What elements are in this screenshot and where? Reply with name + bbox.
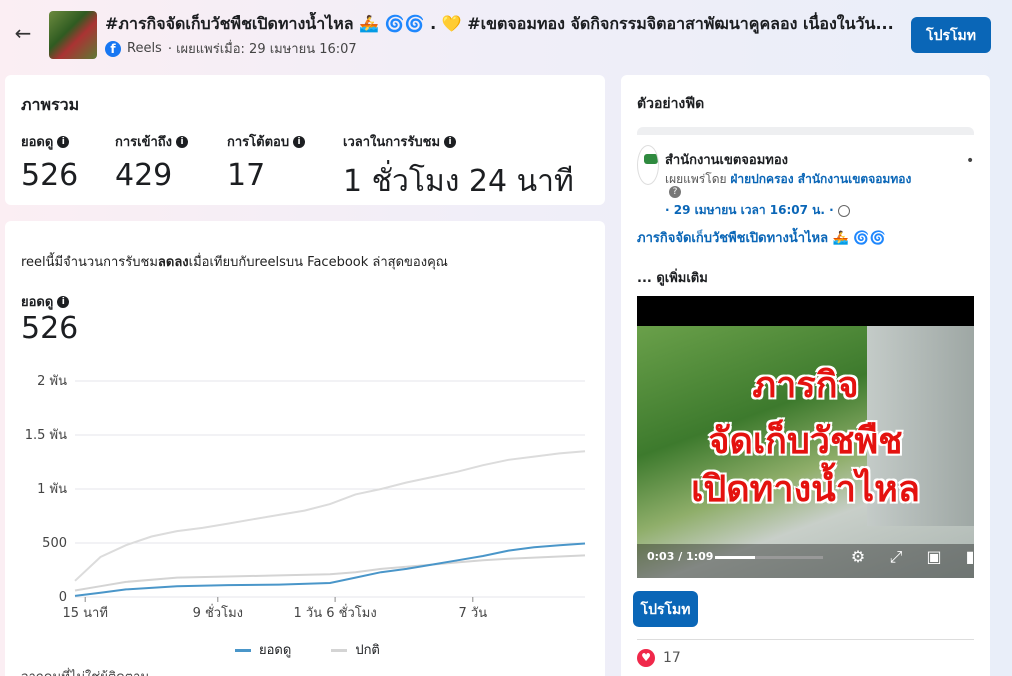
post-date: · 29 เมษายน เวลา 16:07 น. · (665, 201, 850, 220)
video-overlay-text: เปิดทางน้ำไหล (691, 469, 920, 510)
more-options-icon[interactable]: • (966, 153, 974, 169)
post-thumbnail (49, 11, 97, 59)
x-tick-label: 9 ชั่วโมง (193, 604, 243, 621)
promote-button[interactable]: โปรโมท (911, 17, 991, 53)
y-tick-label: 1.5 พัน (25, 428, 67, 443)
post-date-text[interactable]: · 29 เมษายน เวลา 16:07 น. · (665, 201, 834, 220)
gear-icon[interactable]: ⚙ (849, 548, 867, 566)
chart-legend: ยอดดู ปกติ (235, 639, 380, 660)
metric-label: ยอดดู (21, 135, 54, 150)
heart-icon: ♥ (637, 649, 655, 667)
x-tick-label: 1 วัน 6 ชั่วโมง (294, 604, 377, 621)
note-prefix: reelนี้มีจำนวนการรับชม (21, 255, 158, 270)
info-icon[interactable]: i (293, 135, 306, 148)
legend-label: ยอดดู (259, 643, 292, 658)
y-tick-label: 2 พัน (37, 374, 67, 389)
feed-preview-title: ตัวอย่างฟีด (637, 96, 705, 112)
metric-watch-time: เวลาในการรับชม i 1 ชั่วโมง 24 นาที (343, 131, 574, 205)
publisher-link[interactable]: ฝ่ายปกครอง สำนักงานเขตจอมทอง (730, 172, 911, 186)
globe-icon (837, 204, 850, 217)
y-tick-label: 500 (42, 536, 67, 551)
metric-label: การเข้าถึง (115, 135, 173, 150)
metric-value: 1 ชั่วโมง 24 นาที (343, 164, 574, 199)
x-tick-label: 7 วัน (459, 606, 488, 621)
legend-swatch (235, 649, 251, 652)
metric-engagement: การโต้ตอบ i 17 (227, 131, 306, 193)
help-icon[interactable]: ? (669, 186, 681, 198)
page-name[interactable]: สำนักงานเขตจอมทอง (665, 149, 788, 170)
overview-title: ภาพรวม (21, 95, 80, 114)
y-tick-label: 0 (59, 590, 67, 605)
info-icon[interactable]: i (57, 135, 70, 148)
metric-value: 526 (21, 158, 79, 193)
video-player[interactable]: ภารกิจ จัดเก็บวัชพืช เปิดทางน้ำไหล 0:03 … (637, 296, 974, 578)
volume-icon[interactable]: ▮ (961, 548, 974, 566)
page-avatar[interactable] (637, 145, 659, 185)
series-line-2 (74, 450, 586, 582)
divider (637, 639, 974, 640)
performance-note: reelนี้มีจำนวนการรับชมลดลงเมื่อเทียบกับr… (21, 251, 448, 272)
reactions[interactable]: ♥ 17 (637, 649, 681, 667)
series-line-1 (74, 554, 586, 592)
note-emphasis: ลดลง (157, 255, 189, 270)
legend-label: ปกติ (355, 643, 380, 658)
series-line-0 (74, 542, 586, 597)
views-label-text: ยอดดู (21, 295, 54, 310)
legend-item-typical[interactable]: ปกติ (331, 639, 380, 660)
note-suffix: เมื่อเทียบกับreelsบน Facebook ล่าสุดของค… (188, 255, 448, 270)
views-chart[interactable]: 0 500 1 พัน 1.5 พัน 2 พัน 15 นาที 9 ชั่วโมง 1 ว… (5, 361, 605, 631)
post-header: ← #ภารกิจจัดเก็บวัชพืชเปิดทางน้ำไหล 🚣 🌀🌀… (0, 0, 1012, 70)
metric-label: การโต้ตอบ (227, 135, 290, 150)
views-value: 526 (21, 311, 79, 346)
footnote: จากคนที่ไม่ใช่ผู้ติดตาม (21, 666, 149, 676)
facebook-icon: f (105, 40, 121, 57)
info-icon[interactable]: i (444, 135, 457, 148)
overview-card: ภาพรวม ยอดดู i 526 การเข้าถึง i 429 การโต้… (5, 75, 605, 205)
metric-value: 429 (115, 158, 173, 193)
post-type: Reels (127, 41, 162, 56)
video-overlay-text: ภารกิจ (752, 365, 859, 406)
metric-views: ยอดดู i 526 (21, 131, 78, 193)
y-tick-label: 1 พัน (37, 482, 67, 497)
info-icon[interactable]: i (176, 135, 189, 148)
legend-swatch (331, 649, 348, 652)
feed-preview-card: ตัวอย่างฟีด สำนักงานเขตจอมทอง • เผยแพร่โ… (621, 75, 990, 676)
video-progress-bar[interactable] (715, 556, 823, 559)
views-label: ยอดดู i (21, 291, 70, 312)
picture-in-picture-icon[interactable]: ▣ (925, 548, 943, 566)
feed-frame (637, 127, 974, 135)
metric-reach: การเข้าถึง i 429 (115, 131, 189, 193)
metric-label: เวลาในการรับชม (343, 135, 441, 150)
post-meta: f Reels · เผยแพร่เมื่อ: 29 เมษายน 16:07 (105, 38, 357, 59)
back-button[interactable]: ← (12, 22, 34, 44)
info-icon[interactable]: i (57, 295, 70, 308)
fullscreen-icon[interactable]: ⤢ (887, 548, 905, 566)
post-title: #ภารกิจจัดเก็บวัชพืชเปิดทางน้ำไหล 🚣 🌀🌀 .… (105, 14, 894, 33)
metric-value: 17 (227, 158, 266, 193)
video-time: 0:03 / 1:09 (647, 550, 714, 563)
promote-button-secondary[interactable]: โปรโมท (633, 591, 698, 627)
x-tick-label: 15 นาที (62, 605, 107, 621)
published-date: · เผยแพร่เมื่อ: 29 เมษายน 16:07 (167, 42, 357, 57)
see-more-link[interactable]: ... ดูเพิ่มเติม (637, 267, 708, 288)
publisher-line: เผยแพร่โดย ฝ่ายปกครอง สำนักงานเขตจอมทอง (665, 170, 911, 189)
legend-item-views[interactable]: ยอดดู (235, 639, 291, 660)
post-caption[interactable]: ภารกิจจัดเก็บวัชพืชเปิดทางน้ำไหล 🚣 🌀🌀 (637, 227, 886, 248)
reaction-count: 17 (663, 650, 681, 666)
performance-card: reelนี้มีจำนวนการรับชมลดลงเมื่อเทียบกับr… (5, 221, 605, 676)
published-by-label: เผยแพร่โดย (665, 172, 727, 186)
